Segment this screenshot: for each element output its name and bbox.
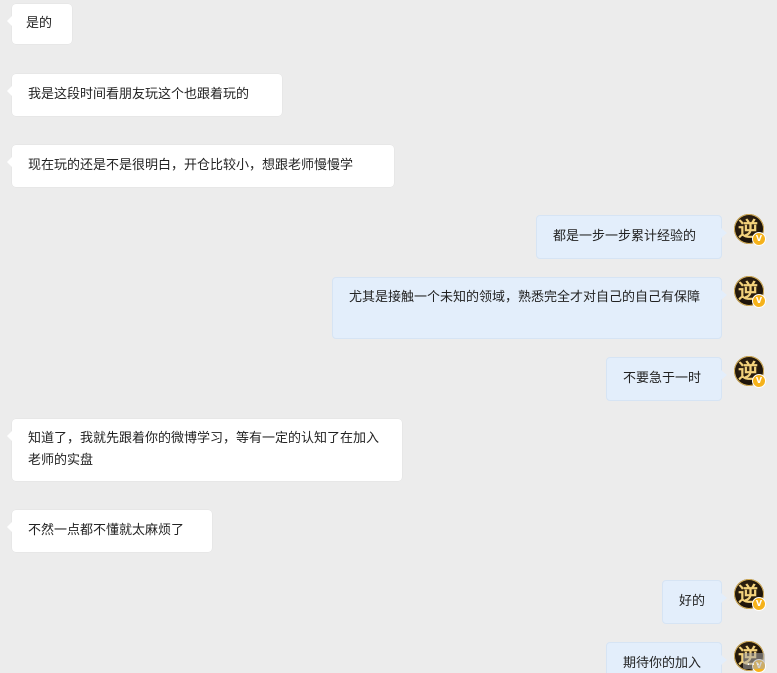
verified-badge-icon: V	[752, 294, 766, 308]
message-text: 知道了，我就先跟着你的微博学习，等有一定的认知了在加入老师的实盘	[28, 431, 380, 468]
verified-badge-icon: V	[752, 597, 766, 611]
message-text: 好的	[679, 594, 706, 609]
message-text: 期待你的加入	[623, 656, 702, 671]
verified-badge-icon: V	[752, 232, 766, 246]
message-bubble-outgoing: 期待你的加入	[606, 642, 727, 673]
verified-badge-icon: V	[752, 374, 766, 388]
user-avatar[interactable]: 逆 V	[734, 214, 766, 246]
message-text: 现在玩的还是不是很明白，开仓比较小，想跟老师慢慢学	[28, 158, 354, 173]
message-bubble-incoming: 是的	[7, 4, 72, 44]
message-text: 尤其是接触一个未知的领域，熟悉完全才对自己的自己有保障	[349, 290, 701, 305]
message-text: 我是这段时间看朋友玩这个也跟着玩的	[28, 87, 250, 102]
message-bubble-incoming: 不然一点都不懂就太麻烦了	[7, 510, 212, 552]
user-avatar[interactable]: 逆 V	[734, 356, 766, 388]
message-text: 都是一步一步累计经验的	[553, 229, 697, 244]
user-avatar[interactable]: 逆 V	[734, 579, 766, 611]
message-bubble-outgoing: 都是一步一步累计经验的	[536, 215, 727, 259]
message-text: 是的	[26, 16, 53, 31]
user-avatar[interactable]: 逆 V	[734, 276, 766, 308]
message-bubble-incoming: 现在玩的还是不是很明白，开仓比较小，想跟老师慢慢学	[7, 145, 394, 187]
message-bubble-outgoing: 不要急于一时	[606, 357, 727, 401]
message-text: 不要急于一时	[623, 371, 702, 386]
message-bubble-incoming: 我是这段时间看朋友玩这个也跟着玩的	[7, 74, 282, 116]
message-text: 不然一点都不懂就太麻烦了	[28, 523, 185, 538]
chat-window: 是的 我是这段时间看朋友玩这个也跟着玩的 现在玩的还是不是很明白，开仓比较小，想…	[0, 0, 777, 673]
watermark: ⁠⁠⁠...	[742, 653, 765, 669]
message-bubble-outgoing: 尤其是接触一个未知的领域，熟悉完全才对自己的自己有保障	[332, 277, 727, 339]
message-bubble-outgoing: 好的	[662, 580, 727, 624]
message-bubble-incoming: 知道了，我就先跟着你的微博学习，等有一定的认知了在加入老师的实盘	[7, 419, 402, 481]
